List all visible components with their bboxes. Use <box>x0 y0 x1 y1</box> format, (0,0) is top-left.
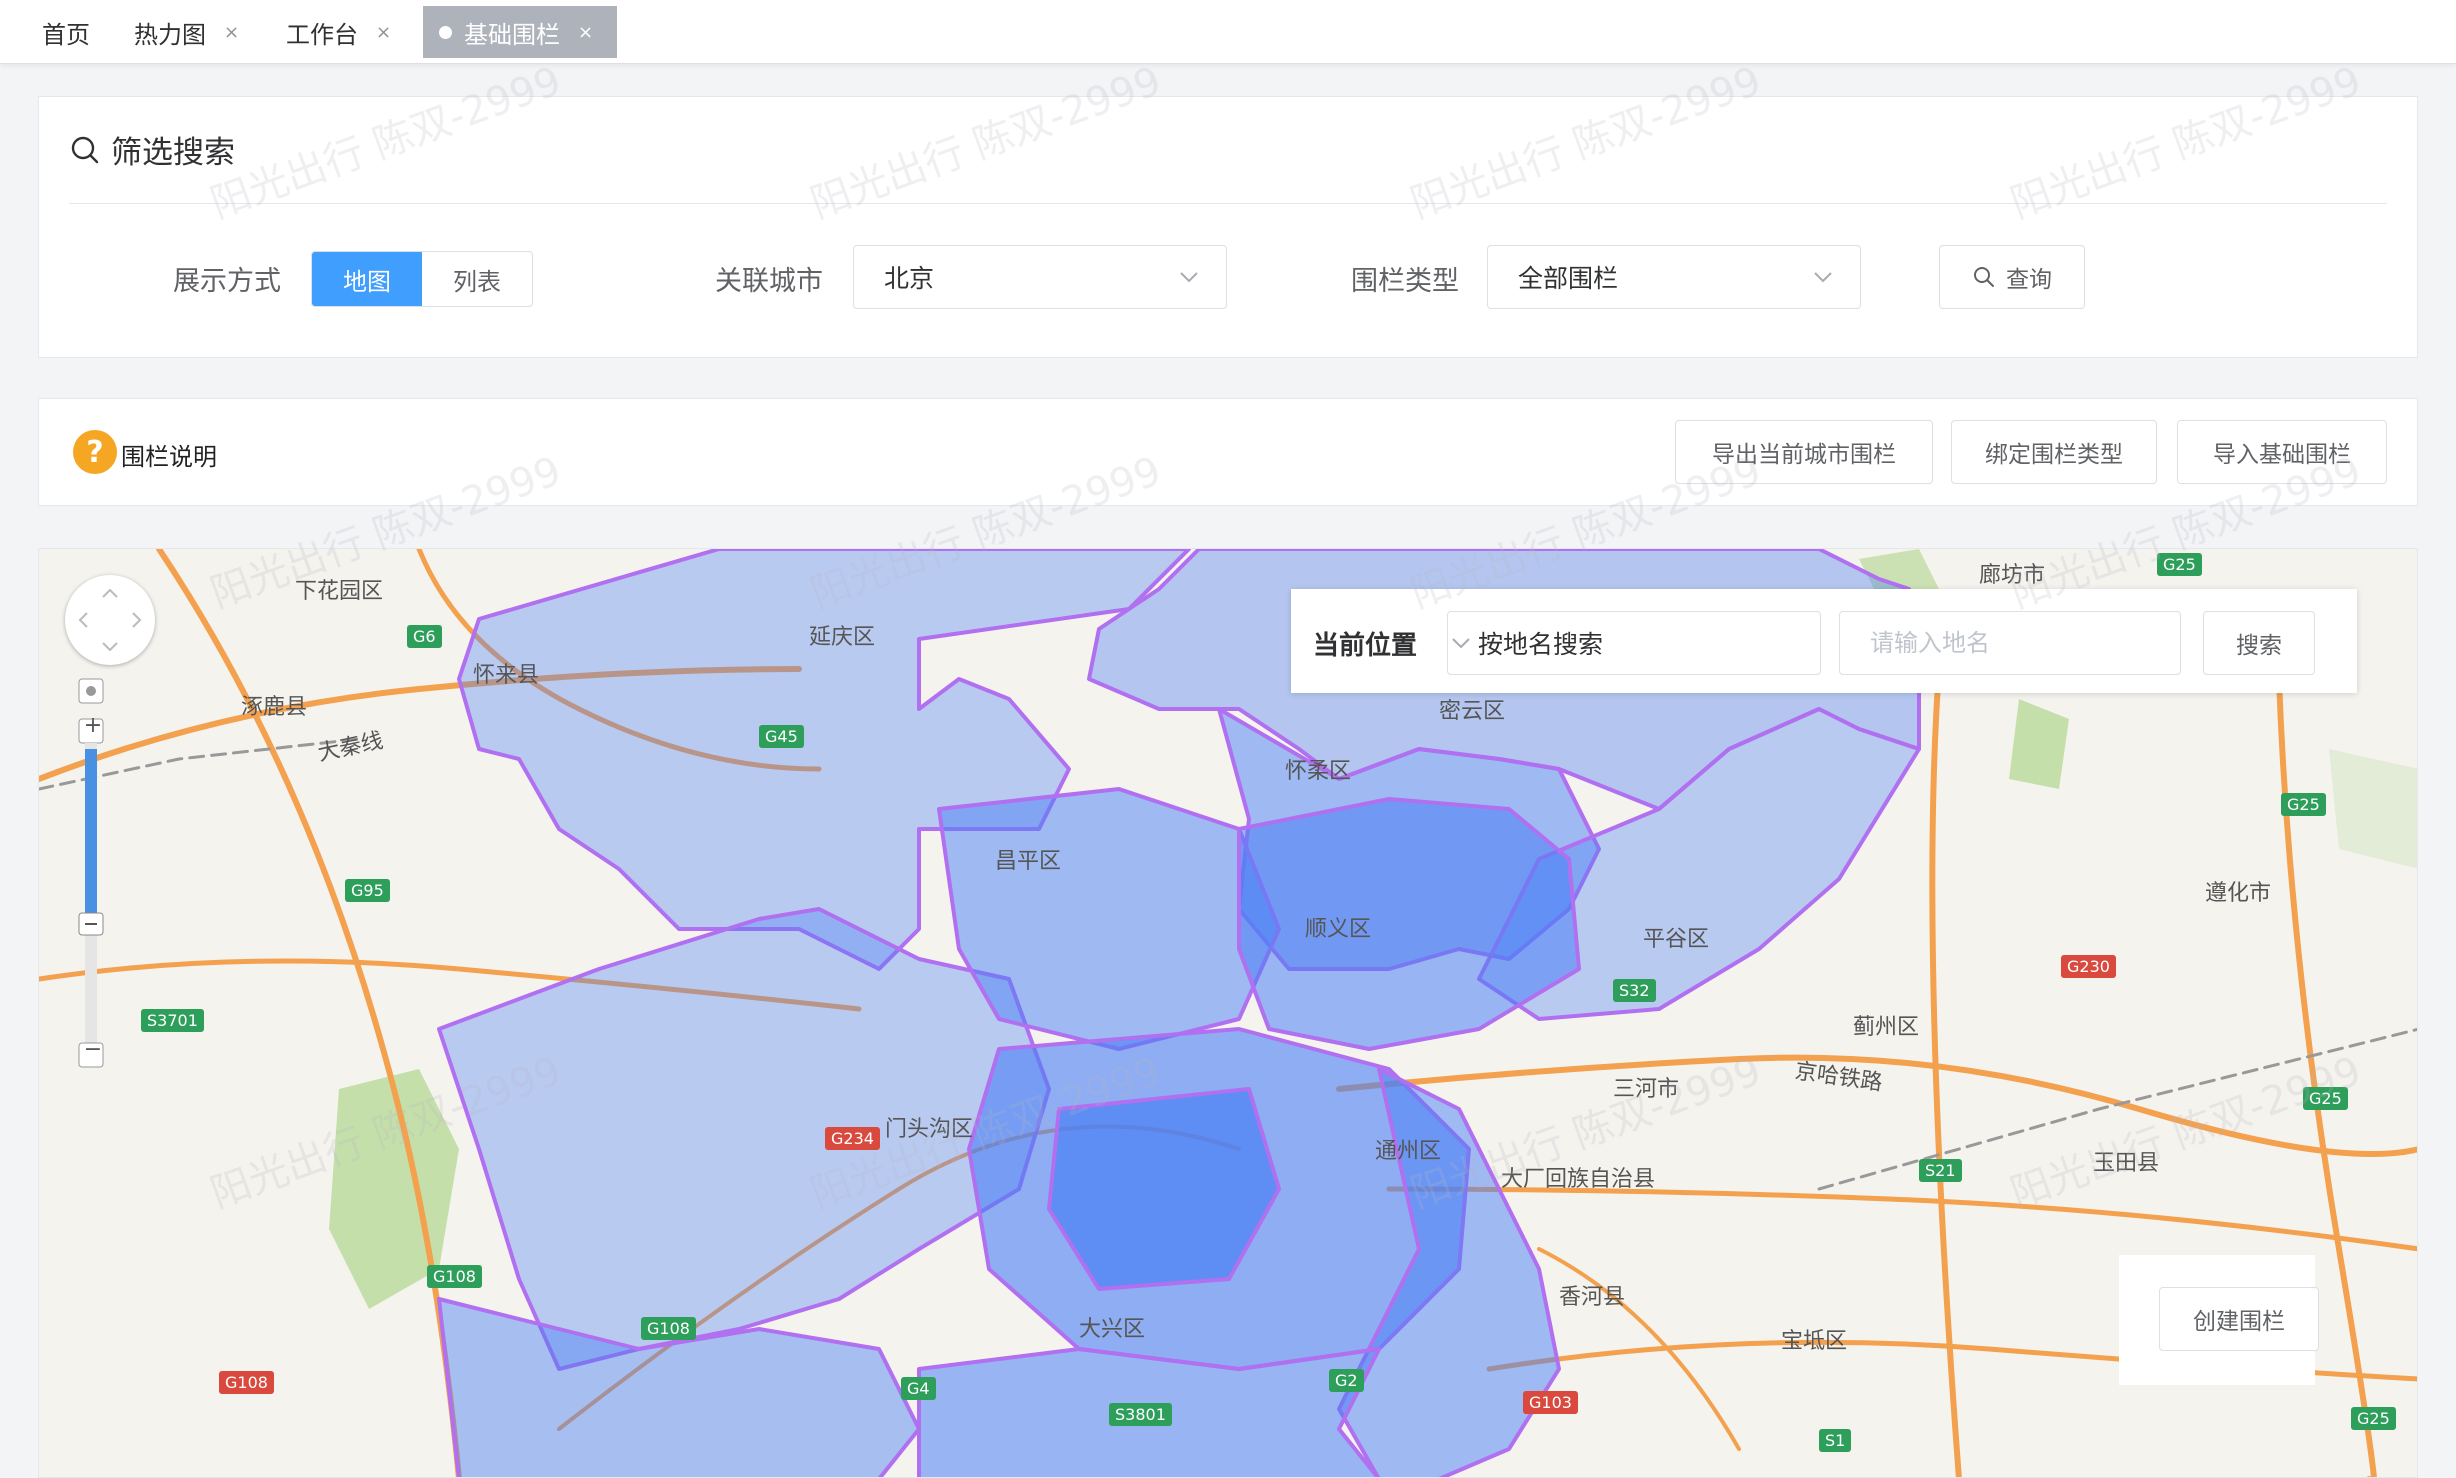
place-label: 平谷区 <box>1643 927 1710 952</box>
road-shield: G108 <box>641 1317 696 1340</box>
display-mode-label: 展示方式 <box>173 266 281 297</box>
active-dot-icon <box>439 25 452 39</box>
city-select[interactable]: 北京 <box>853 245 1227 309</box>
tab-workbench[interactable]: 工作台 × <box>286 6 391 58</box>
query-button-label: 查询 <box>2006 267 2052 293</box>
tab-basic-fence[interactable]: 基础围栏 × <box>423 6 617 58</box>
place-label: 大兴区 <box>1079 1317 1146 1342</box>
road-shield: S1 <box>1819 1429 1852 1452</box>
fence-type-select-value: 全部围栏 <box>1518 264 1619 293</box>
search-mode-select[interactable]: 按地名搜索 <box>1447 611 1821 675</box>
search-mode-value: 按地名搜索 <box>1478 630 1604 659</box>
road-shield: S32 <box>1613 979 1656 1002</box>
pan-arrows-icon <box>78 588 142 652</box>
road-shield: G25 <box>2157 553 2202 576</box>
road-shield: G25 <box>2303 1087 2348 1110</box>
road-shield: G95 <box>345 879 390 902</box>
road-shield: G25 <box>2281 793 2326 816</box>
zoom-in-button[interactable]: + <box>81 713 105 738</box>
fence-help-link[interactable]: 围栏说明 <box>121 437 217 472</box>
place-label: 蓟州区 <box>1853 1015 1920 1040</box>
place-label: 香河县 <box>1559 1285 1626 1310</box>
place-label: 密云区 <box>1439 699 1506 724</box>
place-label: 三河市 <box>1613 1077 1680 1102</box>
create-fence-button[interactable]: 创建围栏 <box>2159 1287 2319 1351</box>
search-icon <box>1974 267 1994 287</box>
filter-header: 筛选搜索 <box>69 127 235 172</box>
place-label: 玉田县 <box>2093 1151 2160 1176</box>
city-select-value: 北京 <box>884 264 935 293</box>
tab-heatmap[interactable]: 热力图 × <box>134 6 239 58</box>
tab-label: 基础围栏 <box>464 20 560 49</box>
road-shield: G234 <box>825 1127 880 1150</box>
filter-panel: 筛选搜索 展示方式 地图 列表 关联城市 北京 围栏类型 全部围栏 查询 <box>38 96 2418 358</box>
tab-home[interactable]: 首页 <box>42 6 90 58</box>
map-search-button[interactable]: 搜索 <box>2203 611 2315 675</box>
place-label: 遵化市 <box>2205 881 2272 906</box>
place-label: 怀来县 <box>473 663 540 688</box>
current-location-label: 当前位置 <box>1313 631 1418 661</box>
road-shield: G2 <box>1329 1369 1364 1392</box>
tab-bar: 首页 热力图 × 工作台 × 基础围栏 × <box>0 0 2456 64</box>
zoom-out-button[interactable]: − <box>81 1037 105 1062</box>
place-name-input[interactable] <box>1839 611 2181 675</box>
action-panel: ? 围栏说明 导出当前城市围栏 绑定围栏类型 导入基础围栏 <box>38 398 2418 506</box>
place-label: 廊坊市 <box>1979 563 2046 588</box>
road-shield: G6 <box>407 625 442 648</box>
chevron-down-icon <box>1452 638 1470 649</box>
road-shield: S21 <box>1919 1159 1962 1182</box>
place-label: 涿鹿县 <box>241 695 308 720</box>
tab-label: 首页 <box>42 20 90 49</box>
place-label: 大厂回族自治县 <box>1501 1167 1656 1192</box>
fence-map[interactable]: + − 下花园区 怀来县 涿鹿县 大秦线 延庆区 密云区 怀柔区 昌平区 顺义区… <box>38 548 2418 1478</box>
display-option-list[interactable]: 列表 <box>422 252 532 306</box>
place-label: 宝坻区 <box>1781 1329 1848 1354</box>
place-label: 门头沟区 <box>885 1117 974 1142</box>
help-icon[interactable]: ? <box>73 430 117 474</box>
import-basic-fence-button[interactable]: 导入基础围栏 <box>2177 420 2387 484</box>
chevron-down-icon <box>1814 272 1832 283</box>
place-label: 昌平区 <box>995 849 1062 874</box>
fence-type-label: 围栏类型 <box>1351 266 1459 297</box>
bind-fence-type-button[interactable]: 绑定围栏类型 <box>1951 420 2157 484</box>
query-button[interactable]: 查询 <box>1939 245 2085 309</box>
place-label: 延庆区 <box>809 625 876 650</box>
search-icon <box>71 136 99 163</box>
fence-type-select[interactable]: 全部围栏 <box>1487 245 1861 309</box>
chevron-down-icon <box>1180 272 1198 283</box>
road-shield: S3701 <box>141 1009 204 1032</box>
place-label: 通州区 <box>1375 1139 1442 1164</box>
tab-label: 热力图 <box>134 20 206 49</box>
road-shield: G230 <box>2061 955 2116 978</box>
road-shield: G108 <box>219 1371 274 1394</box>
create-fence-panel: 创建围栏 <box>2119 1255 2319 1385</box>
tab-label: 工作台 <box>286 20 358 49</box>
close-icon[interactable]: × <box>224 22 239 43</box>
export-city-fence-button[interactable]: 导出当前城市围栏 <box>1675 420 1933 484</box>
display-option-map[interactable]: 地图 <box>312 252 422 306</box>
location-search-box: 当前位置 按地名搜索 搜索 <box>1291 589 2357 693</box>
road-shield: S3801 <box>1109 1403 1172 1426</box>
close-icon[interactable]: × <box>578 22 593 43</box>
display-mode-toggle: 地图 列表 <box>311 251 533 307</box>
filter-title: 筛选搜索 <box>111 135 235 171</box>
place-label: 下花园区 <box>295 579 384 604</box>
divider <box>69 203 2387 204</box>
road-shield: G4 <box>901 1377 936 1400</box>
road-shield: G45 <box>759 725 804 748</box>
map-pan-control[interactable] <box>65 575 155 665</box>
place-label: 顺义区 <box>1305 917 1372 942</box>
city-label: 关联城市 <box>715 266 823 297</box>
close-icon[interactable]: × <box>376 22 391 43</box>
place-label: 怀柔区 <box>1285 759 1352 784</box>
road-shield: G25 <box>2351 1407 2396 1430</box>
road-shield: G103 <box>1523 1391 1578 1414</box>
road-shield: G108 <box>427 1265 482 1288</box>
